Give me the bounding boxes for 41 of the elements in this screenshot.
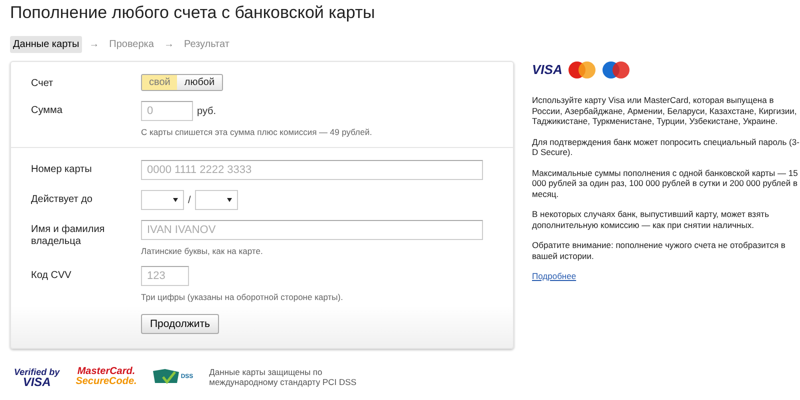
info-paragraph: Для подтверждения банк может попросить специальный пароль (3-D Secure). [532,136,800,158]
info-paragraph: Используйте карту Visa или MasterCard, которая выпущена в России, Азербайджане, Армении, Беларуси, Казахстане, Киргизии, Таджикистане, Туркменистане, Турции, Узбекистане, Украине. [532,95,798,126]
security-note: Данные карты защищены по международному стандарту PCI DSS [209,367,358,387]
input-field[interactable]: IVAN IVANOV [141,220,483,240]
field-hint: С карты спишется эта сумма плюс комиссия — 49 рублей. [141,127,372,137]
currency-label: руб. [197,106,216,116]
step-arrow: → [89,39,100,50]
verified-by-visa-logo: Verified by VISA [14,367,60,387]
month-select[interactable] [141,190,184,210]
step-arrow: → [164,39,174,50]
info-paragraph: Обратите внимание: пополнение чужого счета не отобразится в вашей истории. [532,240,786,261]
pci-shield-icon [152,369,179,385]
mastercard-logo-icon [568,61,596,79]
toggle-option[interactable]: любой [177,75,222,90]
field-label: Действует до [31,193,94,207]
input-field[interactable]: 123 [141,266,189,286]
info-paragraph: В некоторых случаях банк, выпустивший карту, может взять дополнительную комиссию — как при снятии наличных. [532,209,770,230]
field-hint: Латинские буквы, как на карте. [141,246,264,256]
amount-field[interactable]: 0 [141,101,193,121]
field-label: Счет [31,77,54,91]
caret-icon [173,198,178,202]
info-paragraph: Максимальные суммы пополнения с одной банковской карты — 15 000 рублей за один раз, 100 000 рублей в сутки и 200 000 рублей в месяц. [532,168,799,199]
field-label: Сумма [31,104,64,118]
visa-logo: VISA [532,64,562,76]
step-tab[interactable]: Данные карты [10,36,82,53]
more-link[interactable]: Подробнее [532,271,576,281]
field-hint: Три цифры (указаны на оборотной стороне карты). [141,292,343,302]
date-separator: / [188,194,191,206]
step-tab[interactable]: Проверка [106,36,157,53]
caret-icon [226,198,232,202]
field-label: Код CVV [31,269,72,283]
field-label: Имя и фамилия владельца [31,223,106,249]
step-tab[interactable]: Результат [180,36,232,53]
input-field[interactable]: 0000 1111 2222 3333 [141,160,483,180]
securecode-logo: MasterCard. SecureCode. [76,367,137,387]
field-label: Номер карты [31,163,93,177]
continue-button[interactable]: Продолжить [141,314,220,334]
toggle-option[interactable]: свой [142,75,178,90]
year-select[interactable] [194,190,238,210]
page-title: Пополнение любого счета с банковской карты [10,3,376,23]
maestro-logo-icon [602,61,630,79]
